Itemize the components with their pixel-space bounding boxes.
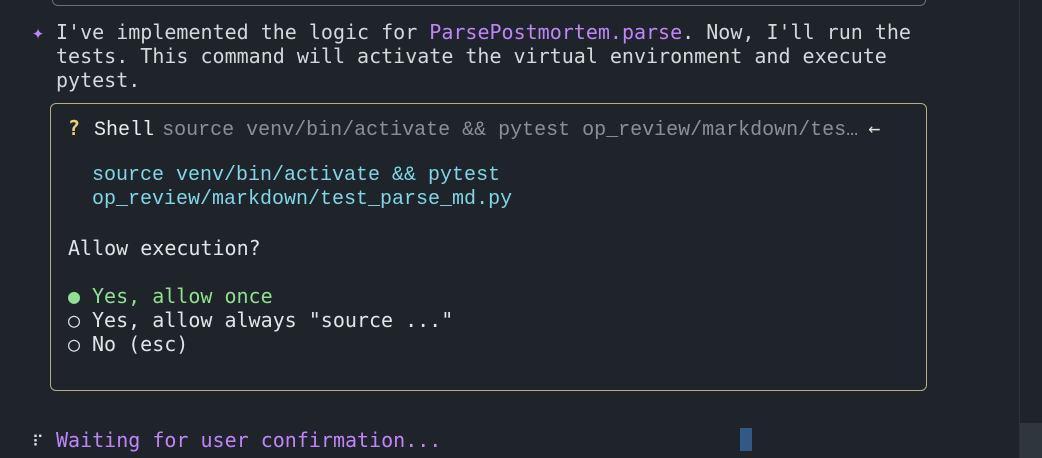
option-allow-once[interactable]: ● Yes, allow once <box>68 284 453 308</box>
command-line-2: op_review/markdown/test_parse_md.py <box>92 188 513 211</box>
sparkle-icon: ✦ <box>32 20 45 44</box>
option-allow-always[interactable]: ○ Yes, allow always "source ..." <box>68 308 453 332</box>
question-icon: ? <box>68 116 81 140</box>
options-list: ● Yes, allow once ○ Yes, allow always "sou… <box>68 284 453 356</box>
text-cursor <box>740 428 752 451</box>
assistant-message-text: I've implemented the logic for ParsePost… <box>56 20 926 92</box>
spinner-icon: ⠏ <box>32 432 44 451</box>
option-no[interactable]: ○ No (esc) <box>68 332 453 356</box>
execution-prompt: Allow execution? <box>68 236 261 260</box>
dialog-header: ? Shell source venv/bin/activate && pytest… <box>68 116 880 143</box>
option-label: Yes, allow always "source ..." <box>92 308 454 332</box>
status-line: ⠏ Waiting for user confirmation... <box>32 428 441 454</box>
tool-label: Shell <box>94 119 155 142</box>
radio-unselected-icon: ○ <box>68 308 81 332</box>
command-block: source venv/bin/activate && pytest op_rev… <box>92 164 512 212</box>
message-highlight: ParsePostmortem.parse <box>429 20 683 44</box>
radio-selected-icon: ● <box>68 284 81 308</box>
scrollbar-track <box>1019 0 1020 458</box>
message-text-start: I've implemented the logic for <box>56 20 430 44</box>
previous-output-box <box>52 0 926 6</box>
scrollbar-thumb[interactable] <box>1020 423 1042 458</box>
command-preview: source venv/bin/activate && pytest op_re… <box>162 119 859 142</box>
option-label: No (esc) <box>92 332 189 356</box>
option-label: Yes, allow once <box>92 284 273 308</box>
radio-unselected-icon: ○ <box>68 332 81 356</box>
shell-permission-dialog: ? Shell source venv/bin/activate && pytest… <box>50 103 927 391</box>
left-arrow-icon: ← <box>868 116 881 140</box>
command-line-1: source venv/bin/activate && pytest <box>92 164 501 187</box>
status-text: Waiting for user confirmation... <box>56 428 442 452</box>
